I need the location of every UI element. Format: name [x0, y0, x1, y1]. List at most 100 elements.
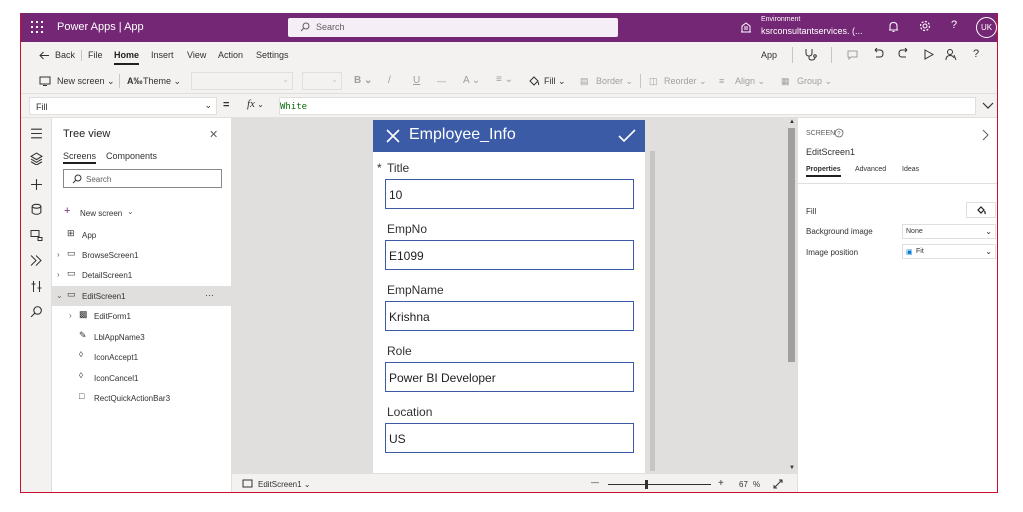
font-size-button[interactable]: A ⌄	[463, 75, 480, 86]
scroll-up-icon[interactable]: ▲	[789, 119, 795, 125]
formula-bar: Fill ⌄ = fx ⌄ White	[21, 94, 997, 118]
tree-item-app[interactable]: ⊞ App	[52, 225, 232, 245]
design-canvas[interactable]: Employee_Info * Title 10 EmpNo E1099 Emp…	[232, 118, 797, 473]
waffle-icon[interactable]	[31, 21, 43, 33]
location-input[interactable]: US	[385, 423, 634, 453]
help-button[interactable]: ?	[973, 48, 979, 60]
group-button[interactable]: Group ⌄	[797, 76, 832, 87]
image-position-dropdown[interactable]: ▣ Fit ⌄	[902, 244, 996, 259]
data-cylinder-icon[interactable]	[30, 203, 43, 216]
current-screen-selector[interactable]: EditScreen1 ⌄	[258, 480, 311, 489]
strikethrough-button[interactable]: —	[437, 76, 446, 86]
expand-chevron-icon[interactable]	[982, 102, 994, 110]
power-automate-icon[interactable]	[30, 254, 43, 267]
environment-value[interactable]: ksrconsultantservices. (...	[761, 26, 863, 36]
tab-advanced[interactable]: Advanced	[855, 166, 886, 173]
empno-input[interactable]: E1099	[385, 240, 634, 270]
fit-to-window-icon[interactable]	[773, 479, 783, 489]
field-label-empname: EmpName	[387, 283, 444, 297]
redo-icon[interactable]	[898, 48, 910, 61]
info-icon[interactable]: ?	[834, 128, 844, 138]
canvas-scrollbar[interactable]	[788, 128, 795, 362]
tree-search-input[interactable]: Search	[63, 169, 222, 188]
settings-gear-icon[interactable]	[919, 20, 931, 32]
search-rail-icon[interactable]	[30, 305, 43, 318]
new-screen-button[interactable]: New screen ⌄	[57, 76, 115, 87]
stethoscope-icon[interactable]	[804, 48, 817, 61]
notification-bell-icon[interactable]	[888, 21, 899, 33]
close-icon[interactable]: ✕	[209, 128, 218, 141]
reorder-button[interactable]: Reorder ⌄	[664, 76, 707, 87]
fill-color-picker[interactable]	[966, 202, 996, 218]
chevron-right-icon[interactable]	[982, 129, 989, 141]
tree-item-rectquickactionbar3[interactable]: □ RectQuickActionBar3	[52, 388, 232, 408]
border-button[interactable]: Border ⌄	[596, 76, 633, 87]
font-size-dropdown[interactable]: ⌄	[302, 72, 342, 90]
theme-button[interactable]: Theme ⌄	[143, 76, 181, 87]
checkmark-icon[interactable]	[618, 129, 636, 143]
new-screen-icon[interactable]	[39, 76, 51, 86]
role-input[interactable]: Power BI Developer	[385, 362, 634, 392]
share-user-icon[interactable]	[945, 48, 957, 61]
tree-item-lblappname3[interactable]: ✎ LblAppName3	[52, 327, 232, 347]
tab-properties[interactable]: Properties	[806, 166, 841, 177]
help-icon[interactable]: ?	[951, 19, 957, 31]
menu-view[interactable]: View	[187, 50, 206, 60]
menu-insert[interactable]: Insert	[151, 50, 174, 60]
user-avatar[interactable]: UK	[976, 17, 997, 38]
title-input[interactable]: 10	[385, 179, 634, 209]
tree-view-title: Tree view	[63, 128, 111, 140]
properties-panel: SCREEN ? EditScreen1 Properties Advanced…	[797, 118, 997, 492]
tab-screens[interactable]: Screens	[63, 151, 97, 164]
undo-icon[interactable]	[872, 48, 884, 61]
underline-button[interactable]: U	[413, 75, 420, 86]
zoom-out-button[interactable]: —	[591, 478, 599, 487]
tree-view-layers-icon[interactable]	[30, 152, 43, 165]
tree-item-detailscreen1[interactable]: › ▭ DetailScreen1	[52, 265, 232, 285]
insert-plus-icon[interactable]	[30, 178, 43, 191]
text-align-button[interactable]: ≡ ⌄	[496, 74, 513, 85]
tree-item-iconcancel1[interactable]: ◊ IconCancel1	[52, 368, 232, 388]
app-checker-label[interactable]: App	[761, 50, 777, 60]
selected-control-name: EditScreen1	[806, 147, 856, 157]
bold-button[interactable]: B ⌄	[354, 75, 372, 86]
play-preview-icon[interactable]	[924, 49, 934, 60]
empname-input[interactable]: Krishna	[385, 301, 634, 331]
form-scrollbar[interactable]	[650, 151, 655, 471]
background-image-dropdown[interactable]: None ⌄	[902, 224, 996, 239]
tab-components[interactable]: Components	[106, 151, 157, 161]
scroll-down-icon[interactable]: ▼	[789, 465, 795, 471]
environment-icon[interactable]	[740, 21, 752, 33]
zoom-slider-track[interactable]	[608, 484, 711, 485]
menu-file[interactable]: File	[88, 50, 103, 60]
zoom-in-button[interactable]: +	[718, 478, 724, 489]
menu-action[interactable]: Action	[218, 50, 243, 60]
comment-icon[interactable]	[847, 50, 858, 60]
back-button[interactable]: Back	[55, 50, 75, 60]
tree-item-editform1[interactable]: › ▩ EditForm1	[52, 306, 232, 326]
italic-button[interactable]: /	[388, 75, 391, 86]
field-label-role: Role	[387, 344, 412, 358]
media-icon[interactable]	[30, 229, 43, 242]
tree-item-iconaccept1[interactable]: ◊ IconAccept1	[52, 347, 232, 367]
font-family-dropdown[interactable]: ⌄	[191, 72, 293, 90]
tree-item-editscreen1[interactable]: ⌄ ▭ EditScreen1 ···	[52, 286, 232, 306]
tab-ideas[interactable]: Ideas	[902, 166, 919, 173]
global-search-input[interactable]: Search	[288, 18, 618, 37]
hamburger-menu-icon[interactable]	[30, 127, 43, 140]
tree-item-browsescreen1[interactable]: › ▭ BrowseScreen1	[52, 245, 232, 265]
zoom-slider-thumb[interactable]	[645, 480, 648, 489]
align-button[interactable]: Align ⌄	[735, 76, 765, 87]
fill-button[interactable]: Fill ⌄	[544, 76, 566, 87]
menu-settings[interactable]: Settings	[256, 50, 289, 60]
formula-input[interactable]: White	[279, 97, 976, 115]
edit-screen-preview[interactable]: Employee_Info * Title 10 EmpNo E1099 Emp…	[373, 120, 645, 473]
menu-home[interactable]: Home	[114, 50, 140, 65]
more-options-icon[interactable]: ···	[205, 290, 214, 300]
close-x-icon[interactable]	[386, 129, 400, 143]
advanced-tools-icon[interactable]	[30, 280, 43, 293]
back-arrow-icon[interactable]	[39, 51, 50, 60]
property-dropdown[interactable]: Fill ⌄	[29, 97, 217, 115]
fx-button[interactable]: fx ⌄	[247, 98, 264, 110]
new-screen-tree-button[interactable]: + New screen ⌄	[52, 202, 232, 222]
